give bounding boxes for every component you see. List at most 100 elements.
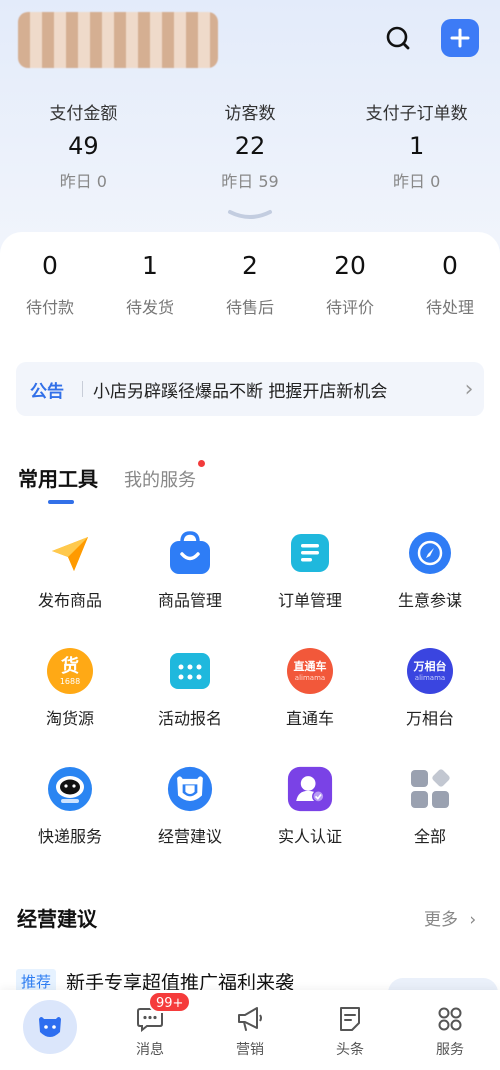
news-icon bbox=[335, 1004, 365, 1034]
tool-tao-huoyuan[interactable]: 货 1688 淘货源 bbox=[10, 640, 130, 730]
stat-label: 支付金额 bbox=[49, 104, 118, 124]
calendar-icon bbox=[167, 648, 213, 694]
stat-payment-amount[interactable]: 支付金额 49 昨日 0 bbox=[0, 100, 167, 200]
stat-label: 访客数 bbox=[224, 104, 276, 124]
tool-label: 直通车 bbox=[285, 709, 334, 728]
stat-label: 支付子订单数 bbox=[365, 104, 468, 124]
tab-headlines[interactable]: 头条 bbox=[300, 990, 400, 1070]
tab-common-tools[interactable]: 常用工具 bbox=[18, 463, 98, 504]
shopping-bag-icon bbox=[167, 530, 213, 576]
tool-label: 商品管理 bbox=[157, 591, 222, 610]
stat-value: 49 bbox=[68, 132, 99, 160]
red-dot-indicator bbox=[198, 460, 205, 467]
plus-icon bbox=[450, 28, 470, 48]
tab-label: 营销 bbox=[236, 1042, 264, 1058]
chevron-right-icon: › bbox=[469, 910, 477, 930]
order-after-sales[interactable]: 2 待售后 bbox=[200, 248, 300, 328]
person-verify-icon bbox=[287, 766, 333, 812]
order-count: 1 bbox=[142, 251, 158, 280]
tool-label: 万相台 bbox=[405, 709, 454, 728]
tool-business-advisor[interactable]: 生意参谋 bbox=[370, 522, 490, 612]
badge-sub: alimama bbox=[414, 673, 446, 682]
order-label: 待售后 bbox=[225, 298, 274, 317]
stat-yesterday: 昨日 0 bbox=[59, 172, 107, 191]
more-label: 更多 bbox=[424, 910, 458, 930]
order-list-icon bbox=[287, 530, 333, 576]
announcement-bar[interactable]: 公告 小店另辟蹊径爆品不断 把握开店新机会 › bbox=[16, 362, 484, 416]
order-pending-shipment[interactable]: 1 待发货 bbox=[100, 248, 200, 328]
stat-yesterday: 昨日 0 bbox=[393, 172, 441, 191]
tool-zhitongche[interactable]: 直通车 alimama 直通车 bbox=[250, 640, 370, 730]
announcement-text: 小店另辟蹊径爆品不断 把握开店新机会 bbox=[93, 381, 388, 402]
message-count-badge: 99+ bbox=[148, 991, 192, 1013]
tools-grid: 发布商品 商品管理 订单管理 生意参谋 货 1688 淘货源 活动报名 直通车 … bbox=[10, 522, 490, 848]
order-pending-handle[interactable]: 0 待处理 bbox=[400, 248, 500, 328]
paper-plane-icon bbox=[47, 530, 93, 576]
tool-label: 快递服务 bbox=[37, 827, 102, 846]
order-label: 待付款 bbox=[25, 298, 74, 317]
home-cow-icon bbox=[23, 1000, 77, 1054]
tab-label: 我的服务 bbox=[124, 470, 196, 491]
zhitongche-icon: 直通车 alimama bbox=[287, 648, 333, 694]
order-label: 待发货 bbox=[125, 298, 174, 317]
tool-business-suggestion[interactable]: 经营建议 bbox=[130, 758, 250, 848]
compass-icon bbox=[407, 530, 453, 576]
tool-label: 实人认证 bbox=[277, 827, 342, 846]
grid-all-icon bbox=[407, 766, 453, 812]
stats-row: 支付金额 49 昨日 0 访客数 22 昨日 59 支付子订单数 1 昨日 0 bbox=[0, 100, 500, 200]
tool-product-management[interactable]: 商品管理 bbox=[130, 522, 250, 612]
order-label: 待评价 bbox=[325, 298, 374, 317]
order-pending-payment[interactable]: 0 待付款 bbox=[0, 248, 100, 328]
announcement-tag: 公告 bbox=[30, 381, 64, 402]
tool-order-management[interactable]: 订单管理 bbox=[250, 522, 370, 612]
order-pending-review[interactable]: 20 待评价 bbox=[300, 248, 400, 328]
tool-label: 订单管理 bbox=[277, 591, 342, 610]
tab-my-services[interactable]: 我的服务 bbox=[124, 460, 205, 492]
order-count: 0 bbox=[42, 251, 58, 280]
stat-visitors[interactable]: 访客数 22 昨日 59 bbox=[167, 100, 334, 200]
more-link[interactable]: 更多 › bbox=[424, 905, 476, 930]
order-count: 2 bbox=[242, 251, 258, 280]
stat-yesterday: 昨日 59 bbox=[221, 172, 279, 191]
tool-wanxiangtai[interactable]: 万相台 alimama 万相台 bbox=[370, 640, 490, 730]
tool-label: 生意参谋 bbox=[397, 591, 462, 610]
bottom-tab-bar: 消息 营销 头条 服务 bbox=[0, 990, 500, 1070]
search-icon bbox=[386, 26, 410, 50]
order-count: 0 bbox=[442, 251, 458, 280]
search-button[interactable] bbox=[378, 18, 418, 58]
tools-tabs: 常用工具 我的服务 bbox=[18, 452, 205, 504]
tool-label: 经营建议 bbox=[157, 827, 222, 846]
chevron-right-icon: › bbox=[464, 376, 474, 402]
order-label: 待处理 bbox=[425, 298, 474, 317]
taohuoyuan-1688-icon: 货 1688 bbox=[47, 648, 93, 694]
tool-event-signup[interactable]: 活动报名 bbox=[130, 640, 250, 730]
badge-sub: 1688 bbox=[59, 676, 81, 686]
courier-robot-icon bbox=[47, 766, 93, 812]
tool-label: 淘货源 bbox=[45, 709, 94, 728]
badge-text: 万相台 bbox=[413, 659, 447, 673]
badge-text: 直通车 bbox=[293, 659, 327, 673]
tool-all[interactable]: 全部 bbox=[370, 758, 490, 848]
tab-services[interactable]: 服务 bbox=[400, 990, 500, 1070]
tool-identity-verify[interactable]: 实人认证 bbox=[250, 758, 370, 848]
tool-courier-service[interactable]: 快递服务 bbox=[10, 758, 130, 848]
badge-text: 货 bbox=[61, 655, 79, 677]
badge-sub: alimama bbox=[294, 673, 326, 682]
megaphone-icon bbox=[235, 1004, 265, 1034]
divider bbox=[82, 381, 83, 397]
services-grid-icon bbox=[435, 1004, 465, 1034]
order-status-row: 0 待付款 1 待发货 2 待售后 20 待评价 0 待处理 bbox=[0, 248, 500, 328]
tool-label: 全部 bbox=[413, 827, 446, 846]
tool-publish-product[interactable]: 发布商品 bbox=[10, 522, 130, 612]
expand-chevron-icon[interactable] bbox=[226, 208, 274, 222]
stat-sub-orders[interactable]: 支付子订单数 1 昨日 0 bbox=[333, 100, 500, 200]
section-title: 经营建议 bbox=[17, 907, 97, 931]
add-button[interactable] bbox=[441, 19, 479, 57]
tab-marketing[interactable]: 营销 bbox=[200, 990, 300, 1070]
tool-label: 活动报名 bbox=[157, 709, 222, 728]
shop-name-blurred[interactable] bbox=[18, 12, 218, 68]
tab-home[interactable] bbox=[0, 990, 100, 1070]
cow-icon bbox=[167, 766, 213, 812]
tab-label: 服务 bbox=[436, 1042, 464, 1058]
wanxiangtai-icon: 万相台 alimama bbox=[407, 648, 453, 694]
